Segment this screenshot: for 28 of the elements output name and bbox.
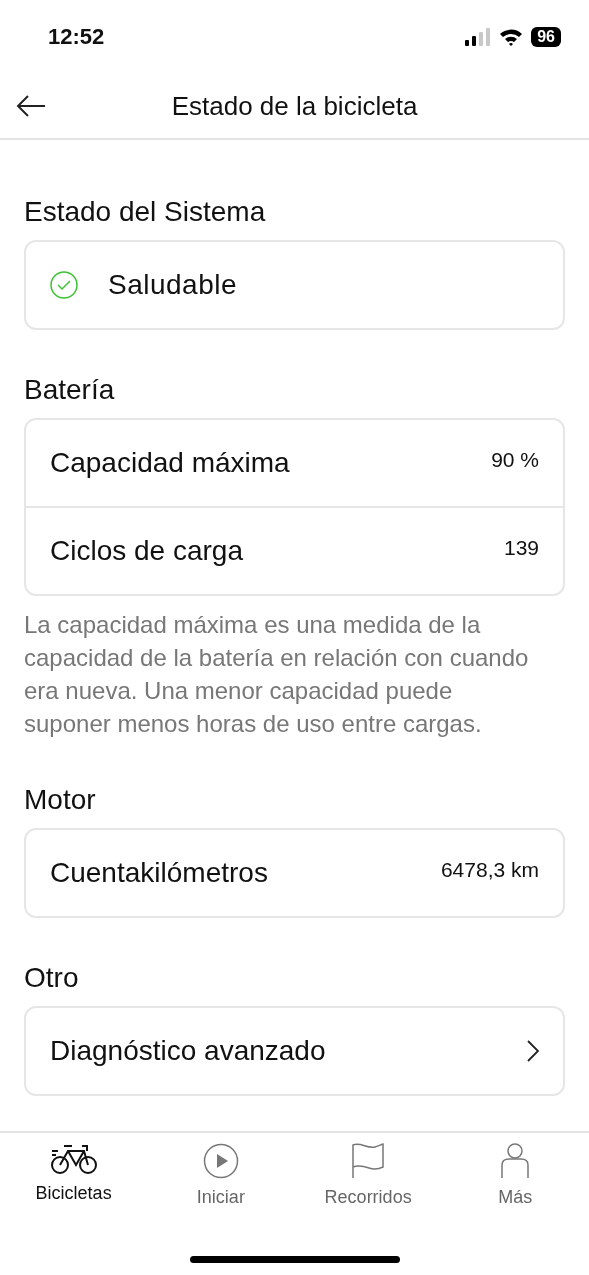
- tab[interactable]: Recorridos: [308, 1143, 429, 1233]
- row-value: 6478,3 km: [440, 858, 539, 882]
- page-title: Estado de la bicicleta: [171, 90, 418, 122]
- row-value: 139: [503, 536, 539, 560]
- status-time: 12:52: [48, 24, 105, 50]
- section-title: Motor: [24, 784, 97, 816]
- link-row[interactable]: Diagnóstico avanzado: [26, 1008, 563, 1094]
- row-label: Ciclos de carga: [50, 535, 244, 567]
- row-value: 90 %: [491, 448, 539, 472]
- play-icon: [202, 1143, 239, 1179]
- tab[interactable]: Bicicletas: [13, 1143, 134, 1233]
- row-label: Cuentakilómetros: [50, 857, 269, 889]
- info-note: La capacidad máxima es una medida de la capacidad de la batería en relación con cuando era nueva. Una menor capacidad puede suponer menos horas de uso entre cargas.: [24, 610, 530, 739]
- status-label: Saludable: [108, 269, 239, 301]
- battery-indicator: 96: [531, 27, 561, 47]
- back-icon[interactable]: [16, 95, 46, 117]
- wifi-icon: [499, 28, 524, 46]
- section-title: Estado del Sistema: [24, 196, 267, 228]
- section-title: Otro: [24, 962, 80, 994]
- row-label: Capacidad máxima: [50, 447, 291, 479]
- signal-icon: [465, 28, 492, 46]
- tab[interactable]: Iniciar: [160, 1143, 281, 1233]
- flag-icon: [351, 1143, 386, 1179]
- section-title: Batería: [24, 374, 116, 406]
- chevron-right-icon: [527, 1040, 539, 1062]
- bicycle-icon: [49, 1143, 98, 1175]
- tab[interactable]: Más: [455, 1143, 576, 1233]
- person-icon: [500, 1143, 531, 1179]
